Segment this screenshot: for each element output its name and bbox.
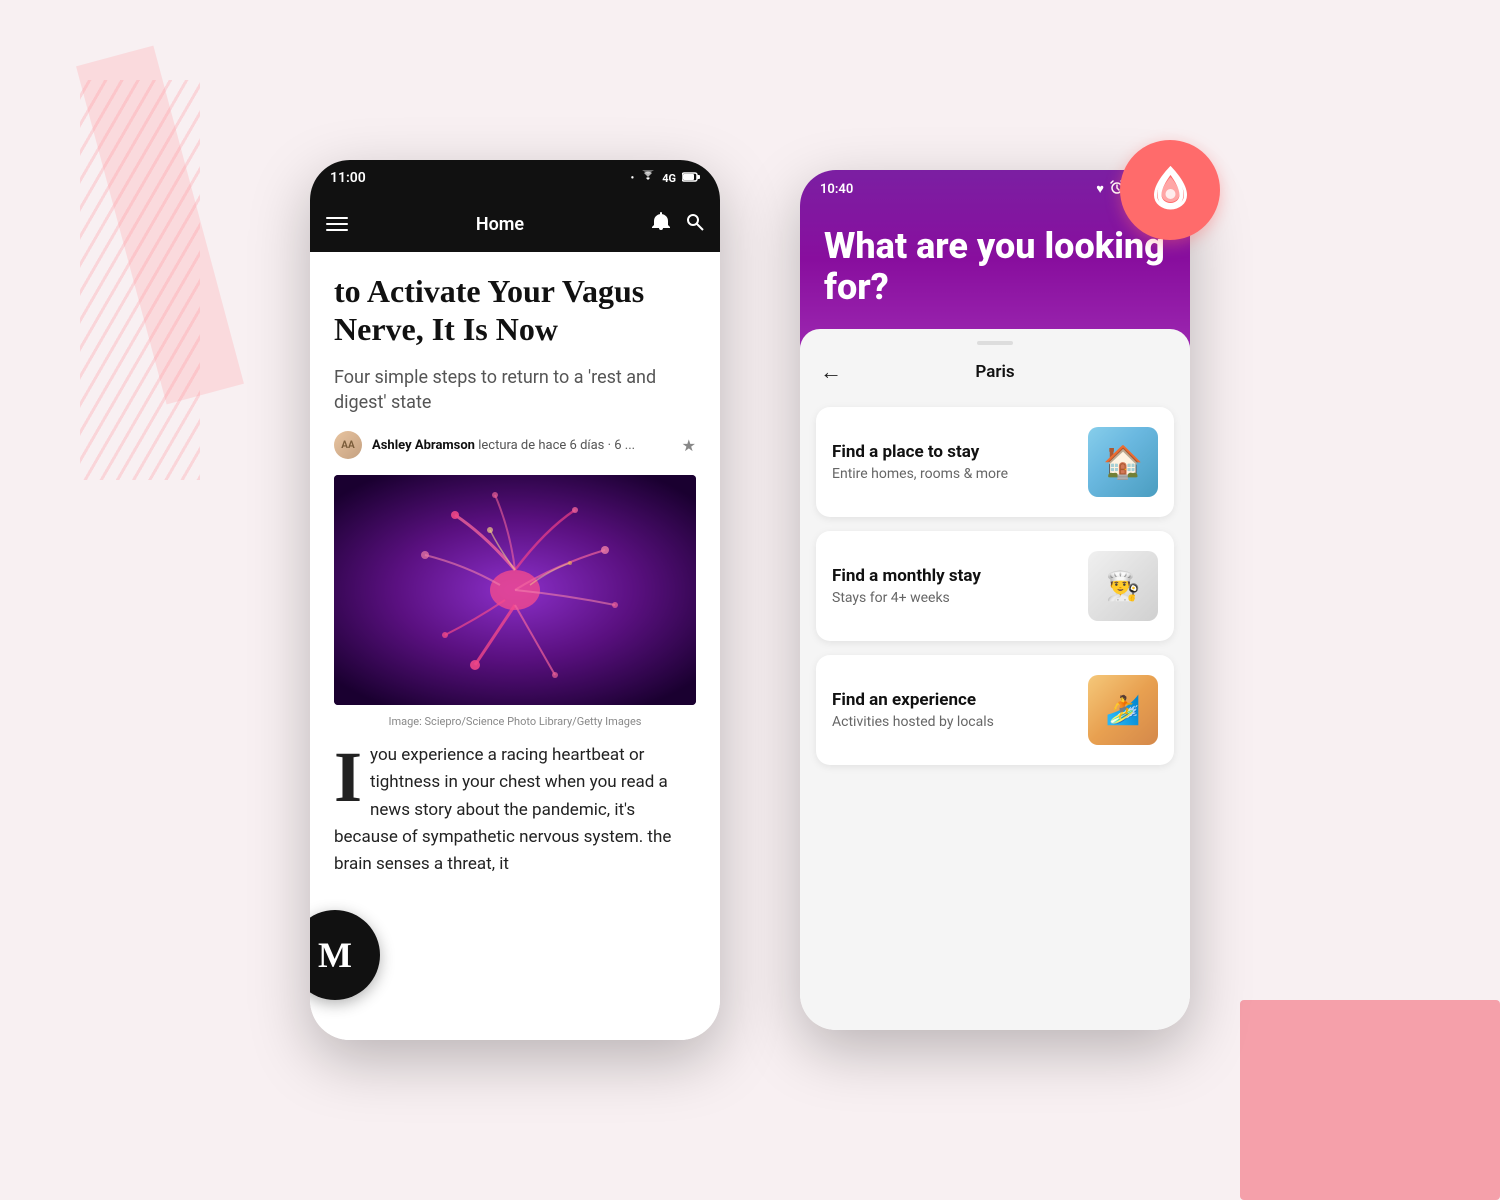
- medium-nav-bar: Home: [310, 196, 720, 252]
- wifi-icon: [640, 170, 656, 186]
- find-place-to-stay-card[interactable]: Find a place to stay Entire homes, rooms…: [816, 407, 1174, 517]
- airbnb-time: 10:40: [820, 182, 853, 197]
- card-title-experience: Find an experience: [832, 690, 1076, 710]
- medium-nav-actions: [652, 212, 704, 236]
- bookmark-star-icon[interactable]: ★: [682, 436, 696, 455]
- stripe-decoration: [80, 80, 200, 480]
- drop-cap: I: [334, 742, 370, 804]
- medium-status-icons: • 4G: [631, 170, 700, 186]
- search-icon[interactable]: [686, 213, 704, 235]
- airbnb-back-button[interactable]: ←: [820, 359, 842, 385]
- author-name: Ashley Abramson: [372, 438, 475, 453]
- card-title-place: Find a place to stay: [832, 442, 1076, 462]
- article-meta: AA Ashley Abramson lectura de hace 6 día…: [334, 431, 696, 459]
- medium-logo-letter: M: [318, 934, 352, 976]
- find-experience-card[interactable]: Find an experience Activities hosted by …: [816, 655, 1174, 765]
- bg-bottom-right: [1200, 950, 1500, 1200]
- article-image-caption: Image: Sciepro/Science Photo Library/Get…: [334, 715, 696, 728]
- neural-image-inner: [334, 475, 696, 705]
- card-subtitle-experience: Activities hosted by locals: [832, 714, 1076, 730]
- airbnb-logo-badge: [1120, 140, 1220, 240]
- author-avatar: AA: [334, 431, 362, 459]
- article-meta-text: Ashley Abramson lectura de hace 6 días ·…: [372, 438, 672, 453]
- article-image: [334, 475, 696, 705]
- medium-time: 11:00: [330, 170, 366, 186]
- article-meta-details: lectura de hace 6 días · 6 ...: [478, 438, 635, 453]
- bell-icon[interactable]: [652, 212, 670, 236]
- card-image-monthly: [1088, 551, 1158, 621]
- airbnb-sheet-nav: ← Paris: [800, 345, 1190, 399]
- network-4g-icon: 4G: [662, 172, 676, 185]
- card-text-place: Find a place to stay Entire homes, rooms…: [832, 442, 1076, 482]
- airbnb-phone: 10:40 ♥: [800, 170, 1190, 1030]
- medium-status-bar: 11:00 • 4G: [310, 160, 720, 196]
- airbnb-cards-container: Find a place to stay Entire homes, rooms…: [800, 399, 1190, 1030]
- article-body-text: you experience a racing heartbeat or tig…: [334, 745, 671, 874]
- house-image: [1088, 427, 1158, 497]
- card-text-experience: Find an experience Activities hosted by …: [832, 690, 1076, 730]
- card-image-experience: [1088, 675, 1158, 745]
- battery-icon: [682, 170, 700, 186]
- medium-article-content: to Activate Your Vagus Nerve, It Is Now …: [310, 252, 720, 1040]
- signal-dot-icon: •: [631, 173, 635, 184]
- surf-image: [1088, 675, 1158, 745]
- hamburger-menu-icon[interactable]: [326, 217, 348, 231]
- airbnb-bottom-sheet: ← Paris Find a place to stay Entire home…: [800, 329, 1190, 1030]
- medium-phone: 11:00 • 4G: [310, 160, 720, 1040]
- card-image-place: [1088, 427, 1158, 497]
- card-title-monthly: Find a monthly stay: [832, 566, 1076, 586]
- article-body: I you experience a racing heartbeat or t…: [334, 742, 696, 878]
- airbnb-logo-svg: [1143, 163, 1198, 218]
- article-title: to Activate Your Vagus Nerve, It Is Now: [334, 272, 696, 349]
- card-text-monthly: Find a monthly stay Stays for 4+ weeks: [832, 566, 1076, 606]
- medium-nav-title: Home: [364, 214, 636, 235]
- find-monthly-stay-card[interactable]: Find a monthly stay Stays for 4+ weeks: [816, 531, 1174, 641]
- card-subtitle-place: Entire homes, rooms & more: [832, 466, 1076, 482]
- main-container: 11:00 • 4G: [310, 160, 1190, 1040]
- airbnb-sheet-nav-title: Paris: [842, 362, 1148, 382]
- cook-image: [1088, 551, 1158, 621]
- article-subtitle: Four simple steps to return to a 'rest a…: [334, 365, 696, 415]
- airbnb-phone-wrapper: 10:40 ♥: [800, 170, 1190, 1030]
- card-subtitle-monthly: Stays for 4+ weeks: [832, 590, 1076, 606]
- heart-icon: ♥: [1096, 181, 1104, 197]
- author-avatar-image: AA: [334, 431, 362, 459]
